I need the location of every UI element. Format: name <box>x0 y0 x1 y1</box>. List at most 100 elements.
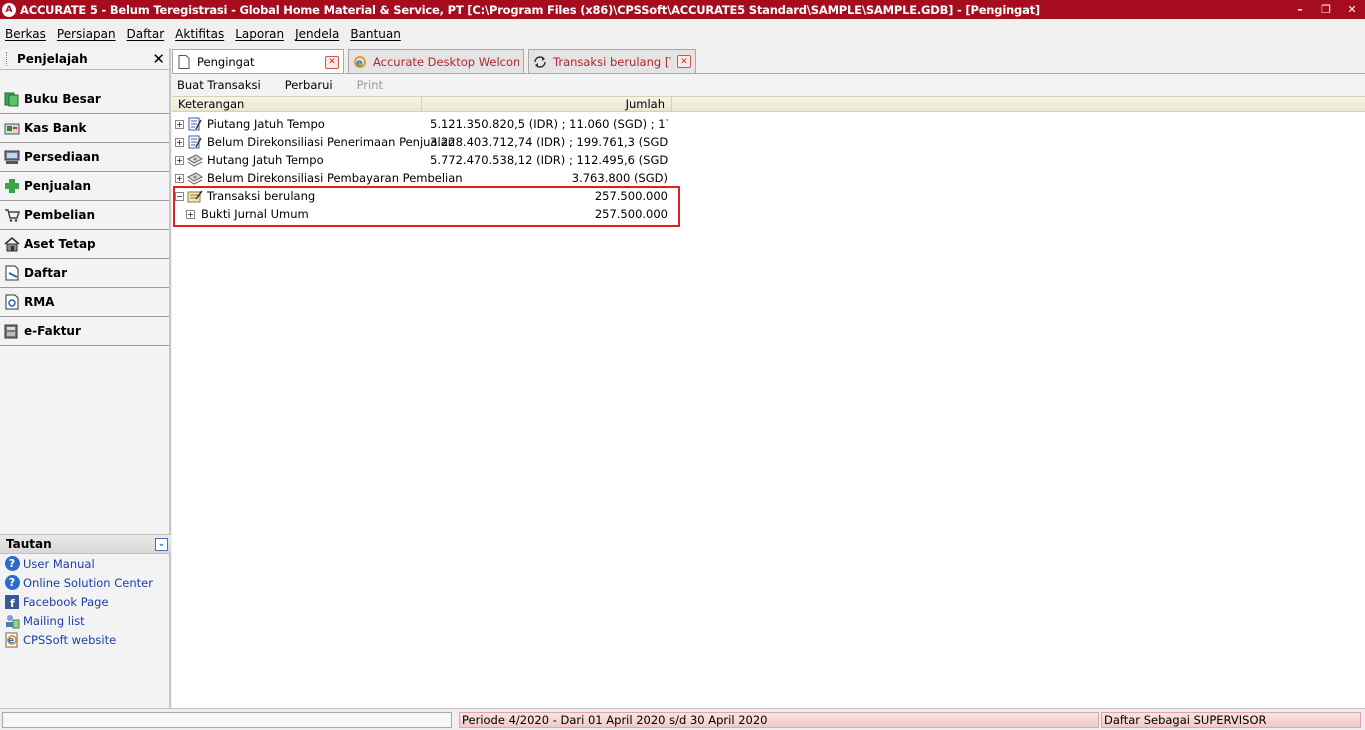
svg-text:e: e <box>356 58 363 69</box>
tautan-title: Tautan <box>6 537 52 551</box>
chevron-down-icon[interactable]: ⌄ <box>155 537 168 551</box>
nav-label: e-Faktur <box>24 324 81 338</box>
expand-toggle[interactable]: + <box>175 155 184 165</box>
money-icon <box>187 153 203 167</box>
grip-handle[interactable] <box>6 51 9 66</box>
close-window-button[interactable]: ✕ <box>1339 0 1365 19</box>
nav-item-pembelian[interactable]: Pembelian <box>0 201 169 230</box>
facebook-icon: f <box>4 594 20 610</box>
window-title: ACCURATE 5 - Belum Teregistrasi - Global… <box>20 2 1040 17</box>
menu-jendela[interactable]: Jendela <box>290 27 345 41</box>
recurring-note-icon <box>187 189 203 203</box>
document-icon <box>177 55 191 70</box>
collapse-toggle[interactable]: − <box>175 191 184 201</box>
link-label: Online Solution Center <box>23 575 153 590</box>
close-tab-icon[interactable]: ✕ <box>677 55 691 68</box>
tab-label: Accurate Desktop Welcome… <box>373 54 519 69</box>
table-row[interactable]: − Transaksi berulang 257.500.000 <box>172 187 1365 205</box>
toolbar: Buat Transaksi Perbarui Print <box>172 74 1365 96</box>
row-amount: 3.228.403.712,74 (IDR) ; 199.761,3 (SGD)… <box>430 135 668 149</box>
link-cpssoft-website[interactable]: e CPSSoft website <box>0 630 171 649</box>
expand-toggle[interactable]: + <box>175 119 184 129</box>
explorer-nav: Buku Besar Kas Bank Persediaan Penjualan… <box>0 85 169 346</box>
accurate-logo-icon: A <box>2 2 16 17</box>
link-facebook-page[interactable]: f Facebook Page <box>0 592 171 611</box>
menu-bantuan[interactable]: Bantuan <box>345 27 406 41</box>
tab-transaksi-berulang[interactable]: Transaksi berulang [T… ✕ <box>528 49 696 73</box>
menu-persiapan[interactable]: Persiapan <box>52 27 122 41</box>
tab-pengingat[interactable]: Pengingat ✕ <box>172 49 344 74</box>
row-description: Piutang Jatuh Tempo <box>207 117 325 131</box>
help-icon: ? <box>4 575 20 591</box>
table-row[interactable]: + Hutang Jatuh Tempo 5.772.470.538,12 (I… <box>172 151 1365 169</box>
nav-item-persediaan[interactable]: Persediaan <box>0 143 169 172</box>
link-mailing-list[interactable]: Mailing list <box>0 611 171 630</box>
column-header-keterangan[interactable]: Keterangan <box>172 97 422 111</box>
nav-label: RMA <box>24 295 55 309</box>
perbarui-button[interactable]: Perbarui <box>285 78 333 92</box>
close-tab-icon[interactable]: ✕ <box>325 55 339 69</box>
reminder-tree: + Piutang Jatuh Tempo 5.121.350.820,5 (I… <box>172 112 1365 223</box>
tab-accurate-desktop-welcome[interactable]: e Accurate Desktop Welcome… <box>348 49 524 73</box>
status-bar: Periode 4/2020 - Dari 01 April 2020 s/d … <box>0 708 1365 730</box>
list-icon <box>4 265 20 281</box>
row-description: Belum Direkonsiliasi Penerimaan Penjuala… <box>207 135 456 149</box>
nav-label: Aset Tetap <box>24 237 96 251</box>
menu-aktifitas[interactable]: Aktifitas <box>170 27 230 41</box>
money-icon <box>187 171 203 185</box>
nav-item-rma[interactable]: RMA <box>0 288 169 317</box>
table-row[interactable]: + Piutang Jatuh Tempo 5.121.350.820,5 (I… <box>172 115 1365 133</box>
cart-icon <box>4 207 20 223</box>
table-row[interactable]: + Belum Direkonsiliasi Pembayaran Pembel… <box>172 169 1365 187</box>
table-row[interactable]: + Bukti Jurnal Umum 257.500.000 <box>172 205 1365 223</box>
expand-toggle[interactable]: + <box>175 137 184 147</box>
buat-transaksi-button[interactable]: Buat Transaksi <box>177 78 261 92</box>
tab-label: Pengingat <box>197 55 255 69</box>
nav-item-kas-bank[interactable]: Kas Bank <box>0 114 169 143</box>
nav-item-daftar[interactable]: Daftar <box>0 259 169 288</box>
ledger-icon <box>4 91 20 107</box>
nav-label: Buku Besar <box>24 92 101 106</box>
link-user-manual[interactable]: ? User Manual <box>0 554 171 573</box>
row-amount: 257.500.000 <box>594 189 668 203</box>
restore-button[interactable]: ❐ <box>1313 0 1339 19</box>
link-label: CPSSoft website <box>23 632 117 647</box>
rma-icon <box>4 294 20 310</box>
link-online-solution-center[interactable]: ? Online Solution Center <box>0 573 171 592</box>
close-explorer-button[interactable]: ✕ <box>152 50 165 68</box>
menu-laporan[interactable]: Laporan <box>230 27 290 41</box>
menu-berkas[interactable]: Berkas <box>0 27 52 41</box>
inventory-icon <box>4 149 20 165</box>
mailing-list-icon <box>4 613 20 629</box>
link-label: User Manual <box>23 556 95 571</box>
tab-label: Transaksi berulang [T… <box>553 54 671 69</box>
nav-item-buku-besar[interactable]: Buku Besar <box>0 85 169 114</box>
minimize-button[interactable]: – <box>1287 0 1313 19</box>
reminder-content: Buat Transaksi Perbarui Print Keterangan… <box>172 73 1365 708</box>
table-row[interactable]: + Belum Direkonsiliasi Penerimaan Penjua… <box>172 133 1365 151</box>
nav-item-e-faktur[interactable]: e-Faktur <box>0 317 169 346</box>
nav-label: Pembelian <box>24 208 96 222</box>
document-tabs: Pengingat ✕ e Accurate Desktop Welcome… … <box>172 49 700 74</box>
row-description: Transaksi berulang <box>207 189 316 203</box>
expand-toggle[interactable]: + <box>175 173 184 183</box>
nav-label: Persediaan <box>24 150 100 164</box>
row-amount: 5.772.470.538,12 (IDR) ; 112.495,6 (SGD)… <box>430 153 668 167</box>
efaktur-icon <box>4 323 20 339</box>
nav-label: Daftar <box>24 266 68 280</box>
column-header-jumlah[interactable]: Jumlah <box>422 97 672 111</box>
row-description: Belum Direkonsiliasi Pembayaran Pembelia… <box>207 171 463 185</box>
print-button[interactable]: Print <box>357 78 383 92</box>
row-description: Bukti Jurnal Umum <box>201 207 309 221</box>
note-icon <box>187 135 203 149</box>
nav-label: Kas Bank <box>24 121 87 135</box>
nav-label: Penjualan <box>24 179 91 193</box>
expand-toggle[interactable]: + <box>186 209 195 219</box>
tautan-panel: Tautan ⌄ ? User Manual ? Online Solution… <box>0 534 171 649</box>
menu-daftar[interactable]: Daftar <box>122 27 171 41</box>
help-icon: ? <box>4 556 20 572</box>
nav-item-aset-tetap[interactable]: Aset Tetap <box>0 230 169 259</box>
nav-item-penjualan[interactable]: Penjualan <box>0 172 169 201</box>
note-icon <box>187 117 203 131</box>
row-description: Hutang Jatuh Tempo <box>207 153 324 167</box>
